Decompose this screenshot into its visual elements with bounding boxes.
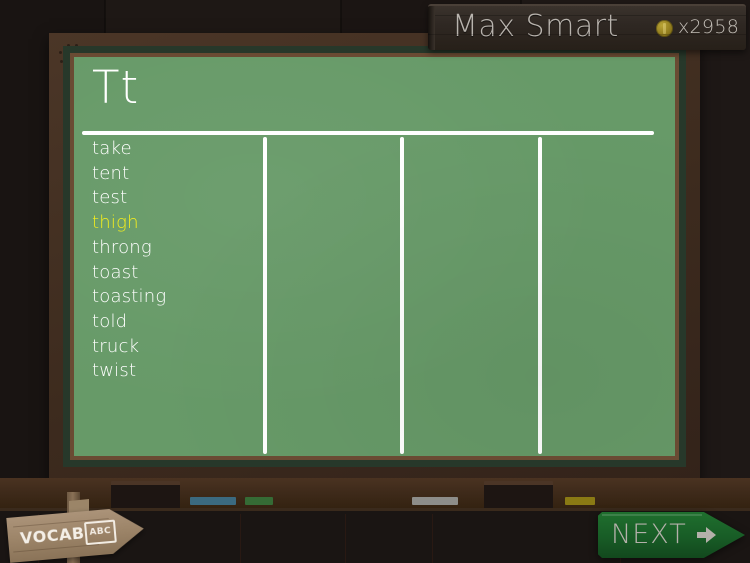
app-root: Tt take tent test thigh throng toast toasting t… (0, 0, 750, 563)
chalk-horizontal-rule (82, 131, 654, 135)
chalk-ledge (0, 478, 750, 515)
vocabulary-word[interactable]: throng (92, 236, 282, 261)
page-title: Tt (92, 61, 140, 114)
next-button[interactable]: NEXT (598, 512, 745, 558)
next-label: NEXT (611, 519, 687, 550)
vocabulary-word[interactable]: tent (92, 162, 282, 187)
chalk-piece (190, 497, 236, 505)
chalk-piece (412, 497, 458, 505)
abc-card-icon: ABC (83, 519, 117, 546)
vocabulary-word-list: take tent test thigh throng toast toasting told… (92, 137, 282, 384)
chalk-column-divider (538, 137, 542, 454)
vocabulary-word[interactable]: toasting (92, 285, 282, 310)
player-banner: Max Smart x2958 (428, 4, 746, 50)
coin-icon (656, 20, 673, 37)
vocabulary-word[interactable]: thigh (92, 211, 282, 236)
chalkboard-surface: Tt take tent test thigh throng toast toasting t… (74, 57, 675, 456)
abc-badge-text: ABC (89, 525, 112, 538)
vocabulary-word[interactable]: twist (92, 359, 282, 384)
vocabulary-word[interactable]: test (92, 186, 282, 211)
vocabulary-word[interactable]: toast (92, 261, 282, 286)
player-name: Max Smart (452, 9, 619, 44)
vocabulary-word[interactable]: told (92, 310, 282, 335)
coin-count: x2958 (678, 16, 740, 38)
vocabulary-word[interactable]: take (92, 137, 282, 162)
banner-edge (428, 6, 435, 50)
chalk-piece (565, 497, 595, 505)
next-button-highlight (602, 514, 702, 516)
chalkboard-frame: Tt take tent test thigh throng toast toasting t… (49, 33, 700, 480)
vocabulary-word[interactable]: truck (92, 335, 282, 360)
chalk-column-divider (400, 137, 404, 454)
arrow-right-icon (697, 527, 716, 543)
chalk-piece (245, 497, 273, 505)
